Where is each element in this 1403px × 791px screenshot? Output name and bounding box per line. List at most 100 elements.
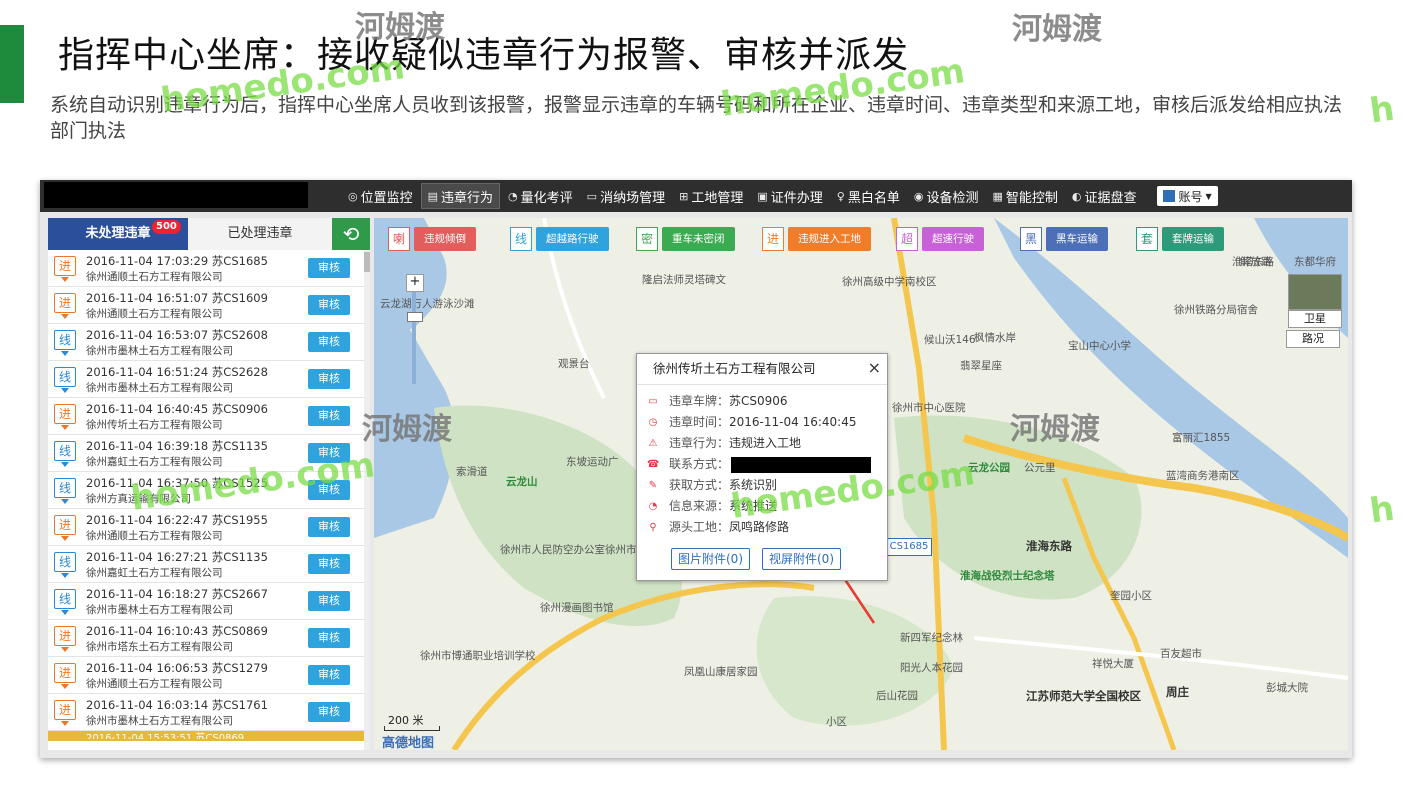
popup-attachment-buttons: 图片附件(0) 视屏附件(0) — [671, 548, 853, 570]
review-button[interactable]: 审核 — [308, 702, 350, 722]
violation-list-item[interactable]: 进 2016-11-04 16:10:43 苏CS0869 徐州市塔东土石方工程… — [48, 620, 364, 657]
violation-time-plate: 2016-11-04 16:51:24 苏CS2628 — [86, 365, 268, 379]
nav-item-6[interactable]: ♀ 黑白名单 — [831, 184, 906, 208]
violation-time-plate: 2016-11-04 16:53:07 苏CS2608 — [86, 328, 268, 342]
zoom-slider-track[interactable] — [412, 292, 416, 384]
legend-item[interactable]: 喇违规倾倒 — [388, 226, 476, 252]
violation-type-icon: 进 — [54, 256, 76, 282]
nav-item-9[interactable]: ◐ 证据盘查 — [1066, 184, 1143, 208]
map-provider-logo: 高德地图 — [382, 736, 435, 750]
review-button[interactable]: 审核 — [308, 591, 350, 611]
violation-list-item[interactable]: 线 2016-11-04 16:27:21 苏CS1135 徐州嘉虹土石方工程有… — [48, 546, 364, 583]
legend-item[interactable]: 超超速行驶 — [896, 226, 984, 252]
map-place-label: 索滑道 — [456, 466, 488, 478]
violation-type-icon: 线 — [54, 552, 76, 578]
violation-time-plate: 2016-11-04 16:18:27 苏CS2667 — [86, 587, 268, 601]
tab-unhandled[interactable]: 未处理违章 500 — [48, 218, 188, 250]
violation-time-plate: 2016-11-04 16:03:14 苏CS1761 — [86, 698, 268, 712]
review-button[interactable]: 审核 — [308, 369, 350, 389]
map-place-label: 云龙湖万人游泳沙滩 — [380, 298, 475, 310]
nav-item-2[interactable]: ◔ 量化考评 — [502, 184, 579, 208]
vehicle-plate-marker[interactable]: CS1685 — [886, 538, 932, 556]
map-place-label: 徐州市中心医院 — [892, 402, 966, 414]
violation-list-item[interactable]: 线 2016-11-04 16:37:50 苏CS1525 徐州方真运输有限公司… — [48, 472, 364, 509]
legend-item[interactable]: 线超越路行驶 — [510, 226, 609, 252]
violation-list-item[interactable]: 线 2016-11-04 16:39:18 苏CS1135 徐州嘉虹土石方工程有… — [48, 435, 364, 472]
video-attachment-button[interactable]: 视屏附件(0) — [762, 548, 841, 570]
list-scrollbar-thumb[interactable] — [364, 252, 370, 272]
violation-company: 徐州市墨林土石方工程有限公司 — [86, 345, 233, 357]
violation-list-item[interactable]: 进 2016-11-04 16:22:47 苏CS1955 徐州通顺土石方工程有… — [48, 509, 364, 546]
violation-company: 徐州嘉虹土石方工程有限公司 — [86, 456, 223, 468]
violation-time-plate: 2016-11-04 16:39:18 苏CS1135 — [86, 439, 268, 453]
tab-handled-label: 已处理违章 — [227, 226, 293, 241]
review-button[interactable]: 审核 — [308, 332, 350, 352]
legend-tag-icon: 喇 — [388, 227, 410, 251]
legend-item[interactable]: 黑黑车运输 — [1020, 226, 1108, 252]
satellite-thumbnail[interactable] — [1288, 274, 1342, 310]
violation-list-item[interactable]: 线 2016-11-04 16:18:27 苏CS2667 徐州市墨林土石方工程… — [48, 583, 364, 620]
close-icon[interactable]: × — [868, 358, 881, 377]
violation-company: 徐州市墨林土石方工程有限公司 — [86, 382, 233, 394]
map-place-label: 奎园小区 — [1110, 590, 1152, 602]
violation-list-item[interactable]: 线 2016-11-04 16:53:07 苏CS2608 徐州市墨林土石方工程… — [48, 324, 364, 361]
violation-list-item[interactable]: 进 2016-11-04 16:51:07 苏CS1609 徐州通顺土石方工程有… — [48, 287, 364, 324]
review-button[interactable]: 审核 — [308, 517, 350, 537]
map-place-label: 淮塔东路 — [1232, 256, 1274, 268]
detail-label: 联系方式： — [669, 457, 730, 471]
violation-company: 徐州市塔东土石方工程有限公司 — [86, 641, 233, 653]
review-button[interactable]: 审核 — [308, 406, 350, 426]
violation-list-item-partial[interactable]: 2016-11-04 15:53:51 苏CS0869 — [48, 731, 364, 741]
nav-item-7[interactable]: ◉ 设备检测 — [908, 184, 985, 208]
map-place-label: 后山花园 — [876, 690, 918, 702]
satellite-button[interactable]: 卫星 — [1288, 310, 1342, 328]
legend-item[interactable]: 进违规进入工地 — [762, 226, 871, 252]
zoom-slider-handle[interactable] — [407, 312, 423, 322]
list-scrollbar[interactable] — [364, 250, 370, 750]
violation-type-icon: 进 — [54, 404, 76, 430]
review-button[interactable]: 审核 — [308, 554, 350, 574]
violation-time-plate: 2016-11-04 16:40:45 苏CS0906 — [86, 402, 268, 416]
popup-detail-row: ◔ 信息来源： 系统推送 — [637, 496, 887, 517]
traffic-button[interactable]: 路况 — [1286, 330, 1340, 348]
violation-time-plate: 2016-11-04 16:10:43 苏CS0869 — [86, 624, 268, 638]
violation-list-item[interactable]: 进 2016-11-04 16:06:53 苏CS1279 徐州通顺土石方工程有… — [48, 657, 364, 694]
detail-label: 获取方式： — [669, 478, 730, 492]
refresh-icon[interactable]: ⟲ — [332, 218, 370, 250]
map-view[interactable]: 喇违规倾倒线超越路行驶密重车未密闭进违规进入工地超超速行驶黑黑车运输套套牌运输 … — [374, 218, 1348, 750]
violation-type-icon: 线 — [54, 441, 76, 467]
violation-time-plate: 2016-11-04 17:03:29 苏CS1685 — [86, 254, 268, 268]
nav-item-0[interactable]: ◎ 位置监控 — [342, 184, 419, 208]
nav-item-3[interactable]: ▭ 消纳场管理 — [581, 184, 671, 208]
review-button[interactable]: 审核 — [308, 443, 350, 463]
review-button[interactable]: 审核 — [308, 258, 350, 278]
violation-list-item[interactable]: 进 2016-11-04 16:40:45 苏CS0906 徐州传圻土石方工程有… — [48, 398, 364, 435]
legend-label: 重车未密闭 — [662, 227, 735, 251]
map-place-label: 观景台 — [558, 358, 590, 370]
plate-icon: ▭ — [648, 396, 658, 407]
violation-list-item[interactable]: 线 2016-11-04 16:51:24 苏CS2628 徐州市墨林土石方工程… — [48, 361, 364, 398]
review-button[interactable]: 审核 — [308, 480, 350, 500]
map-place-label: 宝山中心小学 — [1068, 340, 1131, 352]
legend-item[interactable]: 套套牌运输 — [1136, 226, 1224, 252]
detail-label: 违章时间： — [669, 415, 730, 429]
legend-item[interactable]: 密重车未密闭 — [636, 226, 735, 252]
review-button[interactable]: 审核 — [308, 295, 350, 315]
popup-detail-row: ▭ 违章车牌： 苏CS0906 — [637, 391, 887, 412]
review-button[interactable]: 审核 — [308, 665, 350, 685]
tab-handled[interactable]: 已处理违章 — [188, 218, 332, 250]
nav-item-5[interactable]: ▣ 证件办理 — [751, 184, 828, 208]
site-pin-icon: ⚲ — [649, 522, 657, 533]
nav-item-1[interactable]: ▤ 违章行为 — [420, 183, 501, 209]
review-button[interactable]: 审核 — [308, 628, 350, 648]
violation-list-item[interactable]: 进 2016-11-04 16:03:14 苏CS1761 徐州市墨林土石方工程… — [48, 694, 364, 731]
watermark-logo-text: h — [1367, 488, 1397, 532]
detail-value: 苏CS0906 — [729, 394, 788, 408]
legend-tag-icon: 超 — [896, 227, 918, 251]
zoom-in-button[interactable]: + — [406, 274, 424, 292]
nav-item-4[interactable]: ⊞ 工地管理 — [673, 184, 749, 208]
image-attachment-button[interactable]: 图片附件(0) — [671, 548, 750, 570]
account-dropdown[interactable]: 账号 ▼ — [1156, 186, 1218, 206]
nav-item-8[interactable]: ▦ 智能控制 — [986, 184, 1063, 208]
violation-list-item[interactable]: 进 2016-11-04 17:03:29 苏CS1685 徐州通顺土石方工程有… — [48, 250, 364, 287]
